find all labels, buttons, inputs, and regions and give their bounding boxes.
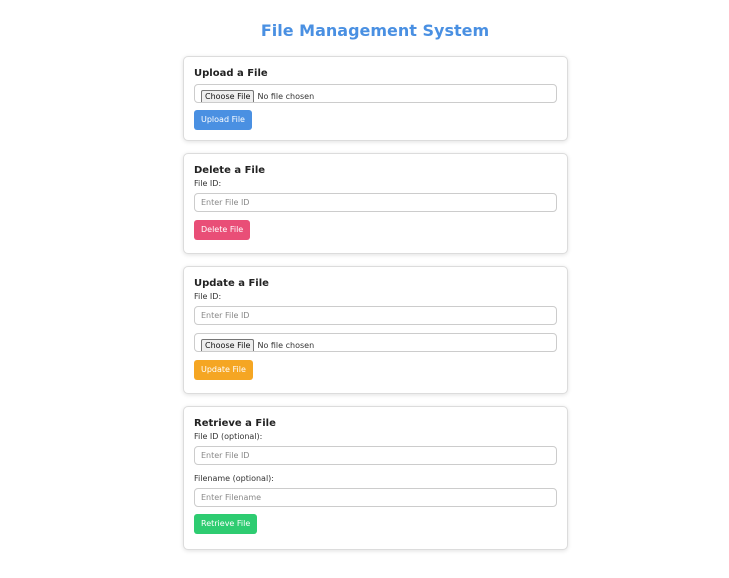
retrieve-card: Retrieve a File File ID (optional): File… bbox=[183, 406, 568, 550]
retrieve-file-id-label: File ID (optional): bbox=[194, 432, 263, 441]
update-file-input[interactable]: Choose File No file chosen bbox=[194, 333, 557, 352]
update-card: Update a File File ID: Choose File No fi… bbox=[183, 266, 568, 394]
retrieve-filename-label: Filename (optional): bbox=[194, 474, 274, 483]
page-title: File Management System bbox=[260, 21, 490, 40]
delete-file-id-label: File ID: bbox=[194, 179, 222, 188]
update-file-button[interactable]: Update File bbox=[194, 360, 253, 380]
update-choose-file-button[interactable]: Choose File bbox=[201, 339, 255, 351]
delete-card: Delete a File File ID: Delete File bbox=[183, 153, 568, 254]
retrieve-file-button[interactable]: Retrieve File bbox=[194, 514, 258, 534]
upload-choose-file-button[interactable]: Choose File bbox=[201, 90, 255, 102]
retrieve-heading: Retrieve a File bbox=[194, 418, 276, 429]
upload-file-input[interactable]: Choose File No file chosen bbox=[194, 84, 557, 103]
update-file-id-input[interactable] bbox=[194, 306, 557, 325]
retrieve-file-id-input[interactable] bbox=[194, 446, 557, 465]
delete-file-id-input[interactable] bbox=[194, 193, 557, 212]
upload-heading: Upload a File bbox=[194, 68, 268, 79]
delete-file-button[interactable]: Delete File bbox=[194, 220, 251, 240]
update-file-id-label: File ID: bbox=[194, 292, 222, 301]
update-heading: Update a File bbox=[194, 278, 269, 289]
update-no-file-text: No file chosen bbox=[257, 341, 315, 350]
upload-file-button[interactable]: Upload File bbox=[194, 110, 252, 130]
retrieve-filename-input[interactable] bbox=[194, 488, 557, 507]
upload-card: Upload a File Choose File No file chosen… bbox=[183, 56, 568, 141]
upload-no-file-text: No file chosen bbox=[257, 92, 315, 101]
delete-heading: Delete a File bbox=[194, 165, 266, 176]
